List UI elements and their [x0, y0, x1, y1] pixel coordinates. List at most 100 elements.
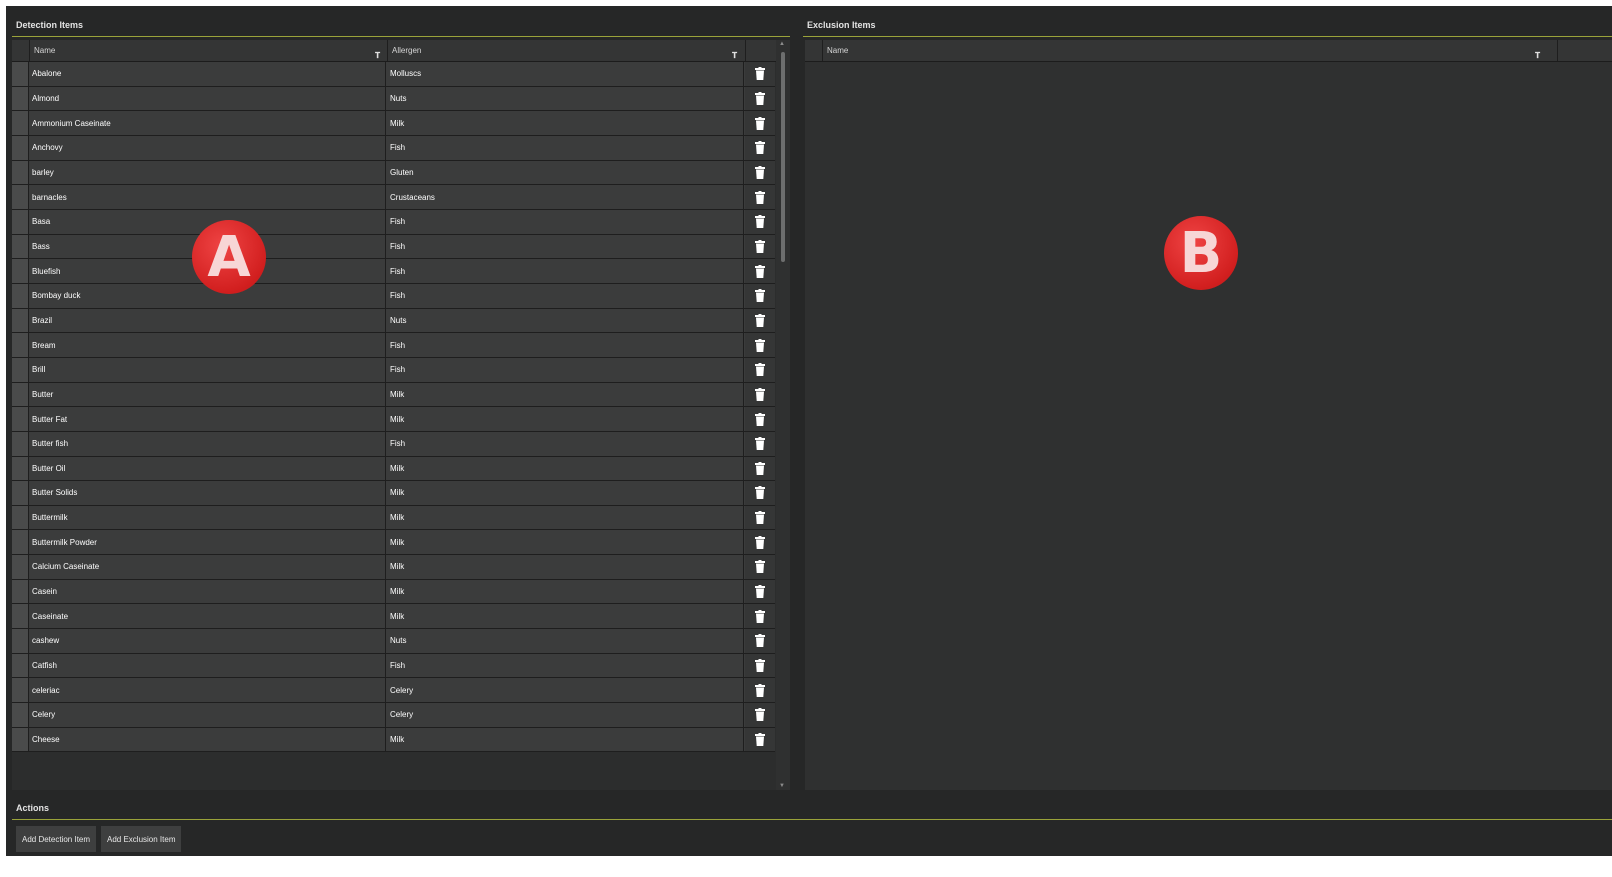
- table-row[interactable]: Brill Fish: [12, 357, 775, 383]
- table-row[interactable]: Almond Nuts: [12, 86, 775, 112]
- table-row[interactable]: Brazil Nuts: [12, 308, 775, 334]
- row-selector[interactable]: [12, 629, 29, 653]
- add-detection-item-button[interactable]: Add Detection Item: [16, 826, 97, 852]
- delete-button[interactable]: [745, 703, 775, 727]
- table-row[interactable]: Bass Fish: [12, 234, 775, 260]
- table-row[interactable]: Ammonium Caseinate Milk: [12, 111, 775, 136]
- table-row[interactable]: Butter Fat Milk: [12, 407, 775, 432]
- cell-name[interactable]: Butter: [29, 382, 386, 407]
- row-selector[interactable]: [12, 530, 29, 555]
- cell-allergen[interactable]: Milk: [387, 505, 744, 530]
- delete-button[interactable]: [745, 111, 775, 135]
- delete-button[interactable]: [745, 530, 775, 555]
- delete-button[interactable]: [745, 382, 775, 407]
- detection-scrollbar[interactable]: ▲ ▼: [776, 40, 790, 790]
- cell-allergen[interactable]: Molluscs: [387, 62, 744, 86]
- delete-button[interactable]: [745, 604, 775, 629]
- table-row[interactable]: Butter Oil Milk: [12, 456, 775, 482]
- table-row[interactable]: Bluefish Fish: [12, 259, 775, 284]
- row-selector[interactable]: [12, 505, 29, 530]
- delete-button[interactable]: [745, 259, 775, 283]
- cell-name[interactable]: Almond: [29, 86, 386, 111]
- scrollbar-thumb[interactable]: [781, 52, 785, 262]
- row-selector[interactable]: [12, 555, 29, 579]
- delete-button[interactable]: [745, 653, 775, 678]
- row-selector[interactable]: [12, 431, 29, 456]
- cell-allergen[interactable]: Milk: [387, 530, 744, 555]
- cell-name[interactable]: Casein: [29, 579, 386, 604]
- cell-allergen[interactable]: Milk: [387, 604, 744, 629]
- delete-button[interactable]: [745, 209, 775, 234]
- table-row[interactable]: Catfish Fish: [12, 653, 775, 679]
- delete-button[interactable]: [745, 357, 775, 382]
- row-selector[interactable]: [12, 703, 29, 727]
- row-selector[interactable]: [12, 481, 29, 505]
- delete-button[interactable]: [745, 678, 775, 703]
- cell-allergen[interactable]: Fish: [387, 234, 744, 259]
- row-selector[interactable]: [12, 727, 29, 752]
- table-row[interactable]: Abalone Molluscs: [12, 62, 775, 87]
- table-row[interactable]: Butter fish Fish: [12, 431, 775, 457]
- cell-allergen[interactable]: Fish: [387, 209, 744, 234]
- table-row[interactable]: Celery Celery: [12, 703, 775, 728]
- cell-name[interactable]: Celery: [29, 703, 386, 727]
- cell-name[interactable]: celeriac: [29, 678, 386, 703]
- delete-button[interactable]: [745, 283, 775, 308]
- row-selector[interactable]: [12, 185, 29, 209]
- table-row[interactable]: cashew Nuts: [12, 629, 775, 654]
- delete-button[interactable]: [745, 160, 775, 185]
- cell-allergen[interactable]: Fish: [387, 653, 744, 678]
- delete-button[interactable]: [745, 579, 775, 604]
- cell-name[interactable]: cashew: [29, 629, 386, 653]
- row-selector[interactable]: [12, 678, 29, 703]
- cell-allergen[interactable]: Crustaceans: [387, 185, 744, 209]
- delete-button[interactable]: [745, 505, 775, 530]
- scroll-up-icon[interactable]: ▲: [779, 41, 785, 47]
- row-selector[interactable]: [12, 604, 29, 629]
- table-row[interactable]: Buttermilk Powder Milk: [12, 530, 775, 556]
- row-selector[interactable]: [12, 135, 29, 160]
- table-row[interactable]: celeriac Celery: [12, 678, 775, 704]
- cell-allergen[interactable]: Milk: [387, 727, 744, 752]
- filter-icon[interactable]: 𝐓: [1535, 45, 1540, 66]
- delete-button[interactable]: [745, 481, 775, 505]
- table-row[interactable]: Bombay duck Fish: [12, 283, 775, 309]
- cell-allergen[interactable]: Milk: [387, 579, 744, 604]
- column-header-allergen[interactable]: Allergen 𝐓: [387, 40, 745, 61]
- cell-allergen[interactable]: Milk: [387, 382, 744, 407]
- cell-allergen[interactable]: Fish: [387, 357, 744, 382]
- row-selector[interactable]: [12, 259, 29, 283]
- delete-button[interactable]: [745, 629, 775, 653]
- table-row[interactable]: barnacles Crustaceans: [12, 185, 775, 210]
- cell-name[interactable]: Brill: [29, 357, 386, 382]
- row-selector[interactable]: [12, 283, 29, 308]
- delete-button[interactable]: [745, 234, 775, 259]
- cell-allergen[interactable]: Milk: [387, 111, 744, 135]
- cell-name[interactable]: Abalone: [29, 62, 386, 86]
- delete-button[interactable]: [745, 333, 775, 357]
- exclusion-column-header-name[interactable]: Name 𝐓: [822, 40, 1557, 61]
- row-selector[interactable]: [12, 357, 29, 382]
- cell-name[interactable]: Butter Fat: [29, 407, 386, 431]
- table-row[interactable]: Calcium Caseinate Milk: [12, 555, 775, 580]
- table-row[interactable]: Butter Solids Milk: [12, 481, 775, 506]
- delete-button[interactable]: [745, 62, 775, 86]
- cell-allergen[interactable]: Celery: [387, 678, 744, 703]
- cell-name[interactable]: barnacles: [29, 185, 386, 209]
- cell-allergen[interactable]: Fish: [387, 259, 744, 283]
- cell-name[interactable]: Butter Solids: [29, 481, 386, 505]
- row-selector[interactable]: [12, 333, 29, 357]
- table-row[interactable]: Butter Milk: [12, 382, 775, 408]
- row-selector[interactable]: [12, 160, 29, 185]
- scroll-down-icon[interactable]: ▼: [779, 783, 785, 789]
- row-selector[interactable]: [12, 209, 29, 234]
- table-row[interactable]: Bream Fish: [12, 333, 775, 358]
- cell-name[interactable]: Brazil: [29, 308, 386, 333]
- cell-allergen[interactable]: Milk: [387, 481, 744, 505]
- delete-button[interactable]: [745, 727, 775, 752]
- cell-allergen[interactable]: Fish: [387, 431, 744, 456]
- cell-allergen[interactable]: Nuts: [387, 86, 744, 111]
- row-selector[interactable]: [12, 111, 29, 135]
- cell-allergen[interactable]: Milk: [387, 555, 744, 579]
- delete-button[interactable]: [745, 431, 775, 456]
